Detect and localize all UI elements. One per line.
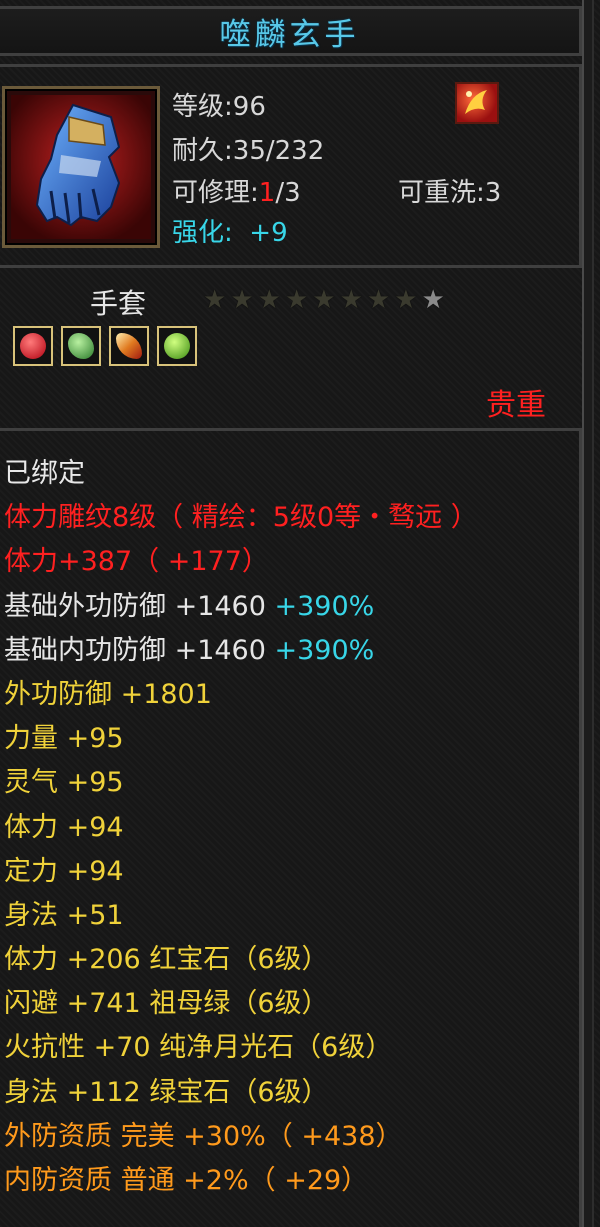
frame-border xyxy=(582,0,594,1227)
emerald-gem-icon xyxy=(157,326,197,366)
star-icon: ★ xyxy=(394,285,418,315)
attribute-row: 外功防御 +1801 xyxy=(4,678,212,710)
star-icon: ★ xyxy=(312,285,336,315)
item-type: 手套 xyxy=(90,287,147,320)
rarity-label: 贵重 xyxy=(486,388,546,423)
attribute-row: 外防资质 完美 +30%（ +438） xyxy=(4,1120,403,1152)
enhance-stat: 强化: +9 xyxy=(172,218,288,248)
attribute-row: 内防资质 普通 +2%（ +29） xyxy=(4,1165,369,1196)
attribute-row: 灵气 +95 xyxy=(4,767,124,799)
attribute-row: 身法 +51 xyxy=(4,899,124,931)
attribute-row: 火抗性 +70 纯净月光石（6级） xyxy=(4,1032,393,1064)
green-gem-icon xyxy=(61,326,101,366)
attribute-row: 已绑定 xyxy=(4,458,85,489)
attribute-row: 体力雕纹8级（ 精绘：5级0等・骛远 ） xyxy=(4,502,478,534)
level-stat: 等级:96 xyxy=(172,92,266,122)
attribute-row: 身法 +112 绿宝石（6级） xyxy=(4,1076,329,1108)
star-rating: ★ ★ ★ ★ ★ ★ ★ ★ ★ xyxy=(203,286,445,314)
attribute-row: 基础内功防御 +1460 +390% xyxy=(4,634,375,666)
star-icon: ★ xyxy=(339,285,363,315)
gem-sockets xyxy=(13,326,197,366)
attribute-row: 力量 +95 xyxy=(4,723,124,755)
star-icon: ★ xyxy=(284,285,309,315)
item-name: 噬麟玄手 xyxy=(219,16,360,53)
orange-gem-icon xyxy=(109,326,149,366)
fire-badge-icon xyxy=(455,82,499,124)
attribute-row: 体力 +94 xyxy=(4,811,124,843)
attribute-row: 体力 +206 红宝石（6级） xyxy=(4,944,329,976)
red-gem-icon xyxy=(13,326,53,366)
attribute-row: 基础外功防御 +1460 +390% xyxy=(4,590,375,622)
star-icon: ★ xyxy=(203,285,227,315)
title-bar: 噬麟玄手 xyxy=(0,6,582,56)
star-icon: ★ xyxy=(366,285,391,315)
star-icon: ★ xyxy=(230,285,254,315)
repair-stat: 可修理:1/3 xyxy=(172,178,301,208)
glove-icon xyxy=(2,86,160,248)
durability-stat: 耐久:35/232 xyxy=(172,136,325,166)
item-tooltip: 噬麟玄手 等级:96 耐久:35/232 可修理:1/3 可重洗:3 强化: +… xyxy=(0,0,600,1227)
attribute-row: 体力+387（ +177） xyxy=(4,546,269,578)
attribute-row: 定力 +94 xyxy=(4,855,124,887)
star-icon: ★ xyxy=(421,285,445,315)
star-icon: ★ xyxy=(257,285,281,315)
attribute-list: 已绑定体力雕纹8级（ 精绘：5级0等・骛远 ） 体力+387（ +177） 基础外功… xyxy=(4,456,478,1207)
rewash-stat: 可重洗:3 xyxy=(398,178,502,208)
attribute-row: 闪避 +741 祖母绿（6级） xyxy=(4,988,329,1020)
